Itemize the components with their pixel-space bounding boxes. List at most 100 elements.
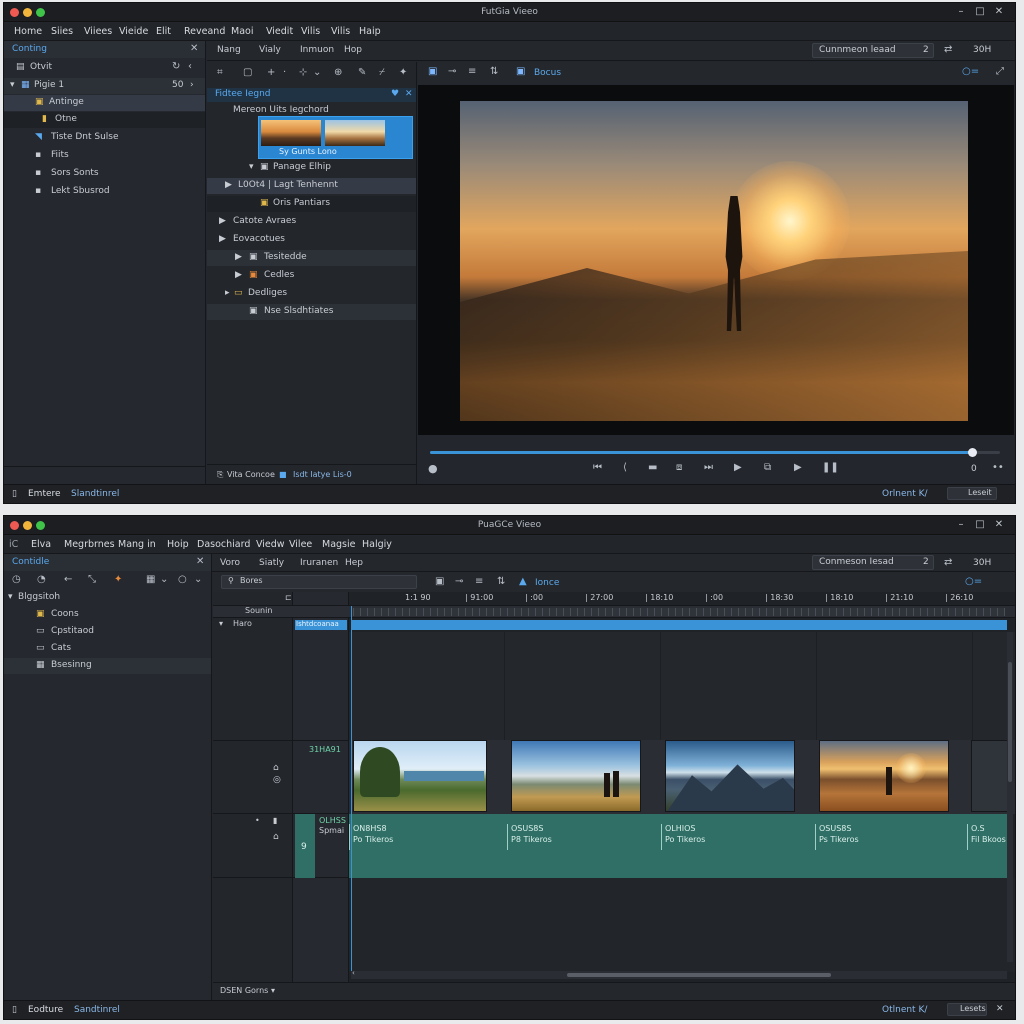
menu-item[interactable]: Halgiy xyxy=(362,539,392,550)
tab-item[interactable]: Hop xyxy=(344,45,362,55)
video-clip-sunset[interactable] xyxy=(819,740,949,812)
footer-label[interactable]: DSEN Gorns xyxy=(220,986,268,995)
grid-icon[interactable]: ▦ xyxy=(146,574,155,585)
flame-icon[interactable]: ✦ xyxy=(114,574,122,585)
loop-icon[interactable]: ▬ xyxy=(648,462,657,473)
minimize-icon[interactable]: – xyxy=(954,519,968,530)
play-icon[interactable]: ▶ xyxy=(734,462,742,473)
playhead[interactable] xyxy=(351,606,352,972)
settings-icon[interactable]: ⇄ xyxy=(944,44,952,55)
menu-item[interactable]: Mang in xyxy=(118,539,156,550)
menu-item[interactable]: Dasochiard xyxy=(197,539,250,550)
timeline[interactable]: ⊏ 1:1 90 | 91:00 | :00 | 27:00 | 18:10 |… xyxy=(213,592,1015,982)
dot-icon[interactable]: · xyxy=(283,67,286,78)
go-to-start-icon[interactable]: ⏮ xyxy=(593,462,602,473)
tab-item[interactable]: Iruranen xyxy=(300,558,338,568)
list-item[interactable]: ▶ L0Ot4 | Lagt Tenhennt xyxy=(207,178,416,194)
audio-clip[interactable]: O.S Fil Bkoos xyxy=(967,824,1007,850)
list-item[interactable]: ▮ Otne xyxy=(4,112,205,128)
tab-item[interactable]: Vialy xyxy=(259,45,281,55)
close-icon[interactable]: ✕ xyxy=(992,519,1006,530)
project-row[interactable]: ▾ ▦ Pigie 1 50 › xyxy=(4,78,205,94)
image-icon[interactable]: ▣ xyxy=(435,576,444,587)
menu-item[interactable]: Vieide xyxy=(119,26,148,37)
audio-clip[interactable]: OSUS8S P8 Tikeros xyxy=(507,824,661,850)
expand-icon[interactable]: ▾ xyxy=(249,162,254,172)
pause-icon[interactable]: ❚❚ xyxy=(822,462,839,473)
menu-item[interactable]: Maoi xyxy=(231,26,253,37)
vertical-scrollbar[interactable] xyxy=(1007,632,1013,962)
scrubber-track[interactable] xyxy=(430,448,1000,457)
list-item[interactable]: ▣ Coons xyxy=(4,607,211,623)
expand-icon[interactable]: ▾ xyxy=(219,619,223,628)
target-icon[interactable]: ⊕ xyxy=(334,67,342,78)
list-item[interactable]: ▶ Eovacotues xyxy=(207,232,416,248)
restore-icon[interactable]: □ xyxy=(973,519,987,530)
pen-icon[interactable]: ✎ xyxy=(358,67,366,78)
audio-clip[interactable]: OLHIOS Po Tikeros xyxy=(661,824,815,850)
layout-button[interactable]: Leseit xyxy=(947,487,997,500)
zoom-label[interactable]: 30H xyxy=(973,558,991,568)
tab-item[interactable]: Nang xyxy=(217,45,241,55)
stop-icon[interactable]: ⧈ xyxy=(676,462,682,473)
close-icon[interactable]: ✕ xyxy=(190,43,198,54)
audio-track[interactable]: ON8HS8 Po Tikeros OSUS8S P8 Tikeros OLHI… xyxy=(349,814,1007,878)
list-icon[interactable]: ≡ xyxy=(475,576,483,587)
timeline-search[interactable]: ⚲ Bores xyxy=(221,575,417,589)
expand-icon[interactable]: ▸ xyxy=(225,288,230,298)
list-item[interactable]: ▪ Sors Sonts xyxy=(4,166,205,182)
back-icon[interactable]: ← xyxy=(64,574,72,585)
scrollbar-thumb[interactable] xyxy=(1008,662,1012,782)
list-item[interactable]: ▣ Oris Pantiars xyxy=(207,196,416,212)
menu-item[interactable]: Haip xyxy=(359,26,381,37)
history-icon[interactable]: ◔ xyxy=(37,574,46,585)
close-icon[interactable]: ✕ xyxy=(992,6,1006,17)
link-icon[interactable]: ⊸ xyxy=(455,576,463,587)
expand-icon[interactable]: ▶ xyxy=(225,180,232,190)
scrollbar-thumb[interactable] xyxy=(567,973,831,977)
layer-icon[interactable]: ▲ xyxy=(519,576,527,587)
list-item[interactable]: ▪ Lekt Sbusrod xyxy=(4,184,205,200)
blade-icon[interactable]: ⌿ xyxy=(379,67,385,78)
scroll-left-icon[interactable]: ‹ xyxy=(352,969,355,977)
timeline-clip[interactable] xyxy=(352,620,1007,630)
search-field[interactable]: Conmeson Iesad 2 xyxy=(812,555,934,570)
lock-icon[interactable]: ⌂ xyxy=(273,763,279,773)
adjust-icon[interactable]: ⇅ xyxy=(497,576,505,587)
list-item[interactable]: ▪ Fiits xyxy=(4,148,205,164)
tab-item[interactable]: Siatly xyxy=(259,558,284,568)
expand-icon[interactable]: ▶ xyxy=(235,252,242,262)
circle-icon[interactable]: ○ xyxy=(178,574,187,585)
heart-icon[interactable]: ♥ xyxy=(391,89,399,99)
list-item[interactable]: ▶ ▣ Cedles xyxy=(207,268,416,284)
clock-icon[interactable]: ◷ xyxy=(12,574,21,585)
effects-icon[interactable]: ✦ xyxy=(399,67,407,78)
list-item[interactable]: ▸ ▭ Dedliges xyxy=(207,286,416,302)
search-field[interactable]: Cunnmeon leaad 2 xyxy=(812,43,934,58)
layer-icon[interactable]: ▣ xyxy=(516,66,525,77)
expand-icon[interactable]: ▾ xyxy=(10,80,15,90)
video-clip-hikers[interactable] xyxy=(511,740,641,812)
toggle-icon[interactable]: ○= xyxy=(962,66,979,77)
list-item[interactable]: ▦ Bsesinng xyxy=(4,658,211,674)
menu-item[interactable]: Hoip xyxy=(167,539,189,550)
expand-icon[interactable]: ▶ xyxy=(219,234,226,244)
adjust-icon[interactable]: ⇅ xyxy=(490,66,498,77)
section-row[interactable]: ▾ Blggsitoh xyxy=(4,590,211,606)
list-item[interactable]: ▾ ▣ Panage Elhip xyxy=(207,160,416,176)
chevron-right-icon[interactable]: › xyxy=(190,80,194,90)
video-viewer[interactable] xyxy=(418,85,1014,457)
menu-item[interactable]: Vilee xyxy=(289,539,312,550)
select-icon[interactable]: ⌗ xyxy=(217,67,223,78)
chevron-left-icon[interactable]: ‹ xyxy=(188,61,192,72)
chevron-down-icon[interactable]: ⌄ xyxy=(194,574,202,585)
trim-icon[interactable]: ⊹ xyxy=(299,67,307,78)
audio-clip[interactable]: OSUS8S Ps Tikeros xyxy=(815,824,967,850)
layout-button[interactable]: Lesets xyxy=(947,1003,987,1016)
toggle-icon[interactable]: ○= xyxy=(965,576,982,587)
go-to-end-icon[interactable]: ⏭ xyxy=(704,462,713,473)
chevron-down-icon[interactable]: ▾ xyxy=(271,986,275,995)
video-clip-empty[interactable] xyxy=(971,740,1011,812)
video-clip-mountains[interactable] xyxy=(665,740,795,812)
minimize-icon[interactable]: – xyxy=(954,6,968,17)
